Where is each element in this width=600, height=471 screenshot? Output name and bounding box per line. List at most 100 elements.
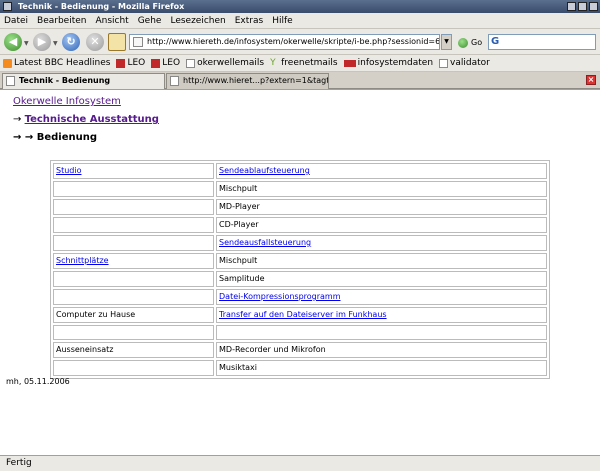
link-technische-ausstattung[interactable]: Technische Ausstattung: [25, 114, 159, 125]
table-link[interactable]: Datei-Kompressionsprogramm: [219, 292, 341, 301]
bookmark-infosystemdaten[interactable]: infosystemdaten: [343, 58, 433, 68]
close-tab-icon[interactable]: ×: [586, 75, 596, 85]
table-text: Samplitude: [219, 274, 265, 283]
url-input[interactable]: http://www.hiereth.de/infosystem/okerwel…: [129, 34, 440, 50]
window-menu-icon[interactable]: [3, 2, 12, 11]
category-cell: Ausseneinsatz: [53, 342, 214, 358]
freenet-icon: Y: [270, 57, 276, 68]
item-cell: CD-Player: [216, 217, 547, 233]
bookmark-label: LEO: [162, 58, 181, 68]
search-input[interactable]: G: [488, 34, 596, 50]
bookmark-label: LEO: [127, 58, 146, 68]
bookmark-label: validator: [450, 58, 490, 68]
category-cell: [53, 217, 214, 233]
red-logo-icon: [343, 59, 356, 67]
item-cell: Transfer auf den Dateiserver im Funkhaus: [216, 307, 547, 323]
category-cell: [53, 181, 214, 197]
footer-date: mh, 05.11.2006: [6, 377, 70, 386]
table-row: Datei-Kompressionsprogramm: [53, 289, 547, 305]
tab-bar: Technik - Bedienung http://www.hieret...…: [0, 72, 600, 89]
category-cell: [53, 289, 214, 305]
menubar: Datei Bearbeiten Ansicht Gehe Lesezeiche…: [0, 13, 600, 29]
breadcrumb-technische-ausstattung: → Technische Ausstattung: [13, 114, 159, 125]
status-text: Fertig: [6, 458, 32, 468]
bookmark-label: Latest BBC Headlines: [14, 58, 111, 68]
bookmark-bbc[interactable]: Latest BBC Headlines: [3, 58, 110, 68]
bookmark-freenetmails[interactable]: Y freenetmails: [270, 58, 338, 68]
table-text: MD-Player: [219, 202, 260, 211]
menu-ansicht[interactable]: Ansicht: [95, 16, 128, 26]
bookmark-label: okerwellemails: [197, 58, 265, 68]
bookmark-label: freenetmails: [281, 58, 338, 68]
table-row: CD-Player: [53, 217, 547, 233]
table-text: Musiktaxi: [219, 363, 257, 372]
page-favicon-icon: [133, 37, 143, 47]
navigation-toolbar: ◀ ▼ ▶ ▼ ↻ ✕ http://www.hiereth.de/infosy…: [0, 29, 600, 55]
table-link[interactable]: Studio: [56, 166, 81, 175]
table-link[interactable]: Sendeausfallsteuerung: [219, 238, 311, 247]
stop-x-glyph: ✕: [90, 35, 100, 48]
equipment-table: Studio Sendeablaufsteuerung Mischpult MD-P…: [50, 160, 550, 379]
menu-gehe[interactable]: Gehe: [138, 16, 162, 26]
category-cell: Schnittplätze: [53, 253, 214, 269]
back-arrow-glyph: ◀: [8, 35, 18, 48]
table-text: Computer zu Hause: [56, 310, 136, 319]
category-cell: [53, 199, 214, 215]
back-dropdown-icon[interactable]: ▼: [24, 40, 29, 47]
tab-hiereth-extern[interactable]: http://www.hieret...p?extern=1&tagt=0: [166, 73, 329, 89]
category-cell: [53, 325, 214, 340]
menu-lesezeichen[interactable]: Lesezeichen: [170, 16, 225, 26]
item-cell: Samplitude: [216, 271, 547, 287]
menu-datei[interactable]: Datei: [4, 16, 28, 26]
bookmark-okerwellemails[interactable]: okerwellemails: [186, 58, 264, 68]
category-cell: [53, 235, 214, 251]
bookmark-leo-2[interactable]: LEO: [151, 58, 180, 68]
go-icon: [458, 37, 468, 48]
close-window-icon[interactable]: [589, 2, 598, 11]
page-icon: [186, 58, 196, 68]
menu-bearbeiten[interactable]: Bearbeiten: [37, 16, 86, 26]
maximize-icon[interactable]: [578, 2, 587, 11]
category-cell: Computer zu Hause: [53, 307, 214, 323]
table-row: Samplitude: [53, 271, 547, 287]
window-titlebar: Technik - Bedienung - Mozilla Firefox: [0, 0, 600, 13]
menu-hilfe[interactable]: Hilfe: [272, 16, 292, 26]
leo-icon: [151, 58, 161, 68]
table-row: Computer zu Hause Transfer auf den Dateis…: [53, 307, 547, 323]
bookmarks-toolbar: Latest BBC Headlines LEO LEO okerwellema…: [0, 55, 600, 72]
go-label: Go: [471, 38, 483, 47]
leo-icon: [116, 58, 126, 68]
table-row: Ausseneinsatz MD-Recorder und Mikrofon: [53, 342, 547, 358]
page-icon: [6, 76, 15, 86]
link-okerwelle-infosystem[interactable]: Okerwelle Infosystem: [13, 96, 121, 107]
category-cell: [53, 271, 214, 287]
table-row: Studio Sendeablaufsteuerung: [53, 163, 547, 179]
category-cell: [53, 360, 214, 376]
tab-label: http://www.hieret...p?extern=1&tagt=0: [183, 76, 329, 85]
home-icon[interactable]: [108, 33, 126, 51]
forward-arrow-glyph: ▶: [37, 35, 47, 48]
table-row: MD-Player: [53, 199, 547, 215]
forward-dropdown-icon[interactable]: ▼: [53, 40, 58, 47]
item-cell: MD-Recorder und Mikrofon: [216, 342, 547, 358]
item-cell: Mischpult: [216, 181, 547, 197]
url-dropdown-icon[interactable]: ▼: [441, 34, 452, 50]
table-link[interactable]: Schnittplätze: [56, 256, 109, 265]
table-link[interactable]: Transfer auf den Dateiserver im Funkhaus: [219, 310, 387, 319]
table-link[interactable]: Sendeablaufsteuerung: [219, 166, 310, 175]
table-text: Mischpult: [219, 184, 258, 193]
menu-extras[interactable]: Extras: [235, 16, 263, 26]
table-row: Musiktaxi: [53, 360, 547, 376]
url-text: http://www.hiereth.de/infosystem/okerwel…: [147, 37, 440, 46]
tab-technik-bedienung[interactable]: Technik - Bedienung: [2, 73, 165, 89]
table-text: MD-Recorder und Mikrofon: [219, 345, 326, 354]
bookmark-validator[interactable]: validator: [439, 58, 490, 68]
go-button[interactable]: Go: [458, 36, 482, 49]
table-row: Mischpult: [53, 181, 547, 197]
arrow-icon: →: [13, 114, 22, 125]
table-row: Sendeausfallsteuerung: [53, 235, 547, 251]
page-icon: [170, 76, 179, 86]
bookmark-leo-1[interactable]: LEO: [116, 58, 145, 68]
minimize-icon[interactable]: [567, 2, 576, 11]
window-controls: [567, 2, 598, 11]
